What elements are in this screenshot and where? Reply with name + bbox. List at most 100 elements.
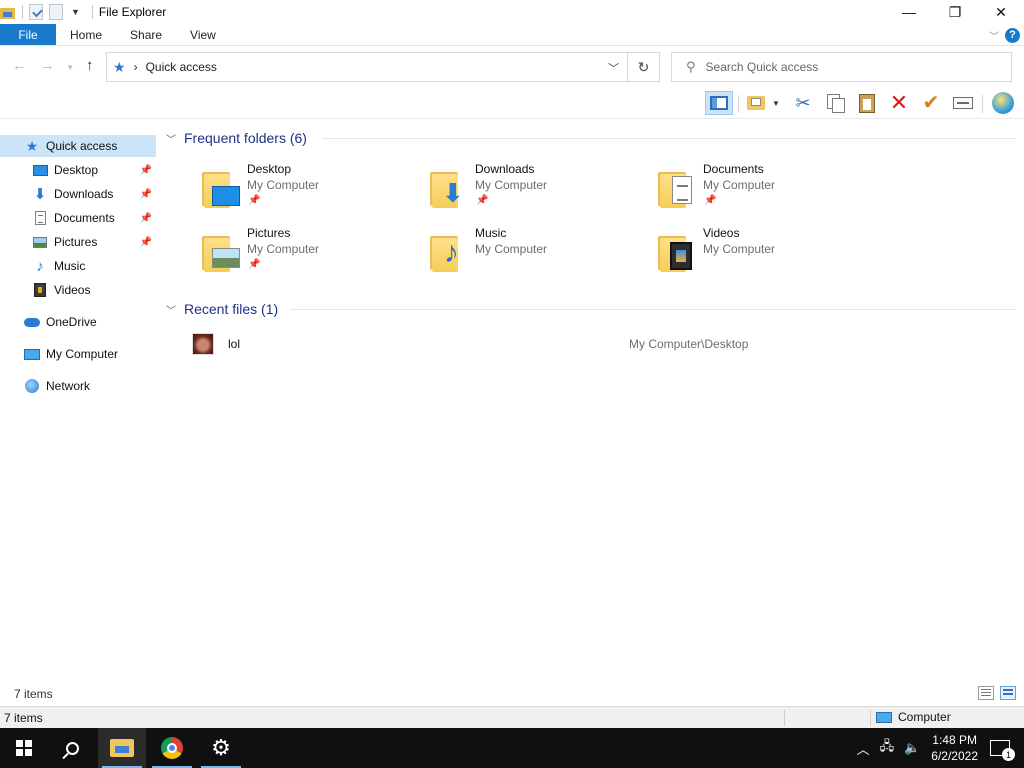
folder-tile-desktop[interactable]: Desktop My Computer 📌: [200, 162, 420, 218]
document-icon: [34, 211, 46, 225]
check-button[interactable]: ✔: [917, 91, 945, 115]
sidebar-item-label: Documents: [54, 211, 115, 225]
taskbar-chrome[interactable]: [148, 728, 196, 768]
sidebar-item-onedrive[interactable]: OneDrive: [0, 311, 156, 333]
breadcrumb-quick-access[interactable]: Quick access: [146, 60, 217, 74]
delete-button[interactable]: ✕: [885, 91, 913, 115]
downloads-folder-icon: ⬇: [428, 168, 468, 208]
details-view-icon[interactable]: [978, 686, 994, 700]
navigation-pane-icon: [710, 96, 728, 110]
recent-files-header[interactable]: ﹀ Recent files (1): [166, 301, 278, 317]
breadcrumb-chevron-icon[interactable]: ›: [134, 60, 138, 74]
forward-arrow-icon[interactable]: →: [40, 57, 55, 74]
taskbar-settings[interactable]: ⚙: [197, 728, 245, 768]
sidebar-item-pictures[interactable]: Pictures 📌: [0, 231, 156, 253]
pin-icon[interactable]: 📌: [140, 237, 152, 248]
sidebar-item-videos[interactable]: Videos: [0, 279, 156, 301]
tab-file[interactable]: File: [0, 24, 56, 45]
address-bar[interactable]: ★ › Quick access ﹀ ↻: [106, 52, 660, 82]
item-count: 7 items: [4, 710, 43, 725]
maximize-button[interactable]: ❐: [932, 0, 978, 24]
tab-share[interactable]: Share: [116, 24, 176, 45]
folder-tile-documents[interactable]: Documents My Computer 📌: [656, 162, 876, 218]
zone-label: Computer: [898, 710, 951, 724]
sidebar-item-label: Videos: [54, 283, 91, 297]
cut-button[interactable]: ✂: [789, 91, 817, 115]
sidebar-item-music[interactable]: ♪ Music: [0, 255, 156, 277]
clock[interactable]: 1:48 PM 6/2/2022: [931, 732, 978, 764]
navigation-pane-button[interactable]: [705, 91, 733, 115]
show-hidden-icons-icon[interactable]: ︿: [857, 739, 870, 758]
start-button[interactable]: [0, 728, 48, 768]
chevron-down-icon[interactable]: ﹀: [166, 131, 176, 146]
new-folder-quick-icon[interactable]: [49, 4, 63, 20]
folder-tile-music[interactable]: ♪ Music My Computer: [428, 226, 648, 282]
expand-ribbon-icon[interactable]: ﹀: [989, 28, 999, 43]
volume-icon[interactable]: 🔈: [904, 740, 920, 756]
zone-indicator: Computer: [876, 710, 951, 724]
chrome-icon: [161, 737, 183, 759]
pin-icon[interactable]: 📌: [140, 165, 152, 176]
address-dropdown-icon[interactable]: ﹀: [608, 60, 619, 76]
file-path: My Computer\Desktop: [629, 337, 749, 351]
pin-icon[interactable]: 📌: [140, 213, 152, 224]
folder-location: My Computer: [703, 178, 776, 192]
folder-name: Desktop: [247, 162, 292, 176]
pin-icon[interactable]: 📌: [140, 189, 152, 200]
clock-time: 1:48 PM: [932, 733, 977, 747]
rename-button[interactable]: [949, 91, 977, 115]
window-title: File Explorer: [98, 5, 167, 19]
web-button[interactable]: [989, 91, 1017, 115]
refresh-icon[interactable]: ↻: [627, 53, 659, 81]
folder-name: Music: [475, 226, 507, 240]
sidebar-item-downloads[interactable]: ⬇ Downloads 📌: [0, 183, 156, 205]
frequent-folders-header[interactable]: ﹀ Frequent folders (6): [166, 130, 307, 146]
pin-icon: 📌: [248, 259, 261, 270]
up-arrow-icon[interactable]: ↑: [86, 57, 94, 74]
new-folder-button[interactable]: [742, 91, 770, 115]
sidebar-item-my-computer[interactable]: My Computer: [0, 343, 156, 365]
network-status-icon[interactable]: 🖧: [880, 737, 895, 759]
large-icons-view-icon[interactable]: [1000, 686, 1016, 700]
close-button[interactable]: ✕: [978, 0, 1024, 24]
tab-view[interactable]: View: [176, 24, 230, 45]
copy-button[interactable]: [821, 91, 849, 115]
pin-icon: 📌: [476, 195, 489, 206]
new-folder-icon: [747, 96, 765, 110]
taskbar-search-button[interactable]: [48, 728, 96, 768]
group-title: Frequent folders (6): [184, 130, 307, 146]
search-input[interactable]: [705, 60, 986, 74]
recent-locations-icon[interactable]: ▾: [68, 62, 73, 73]
folder-location: My Computer: [247, 242, 320, 256]
sidebar-item-desktop[interactable]: Desktop 📌: [0, 159, 156, 181]
customize-dropdown-icon[interactable]: ▼: [71, 7, 80, 17]
list-item[interactable]: lol My Computer\Desktop: [192, 332, 1012, 356]
folder-tile-videos[interactable]: Videos My Computer: [656, 226, 876, 282]
sidebar-item-documents[interactable]: Documents 📌: [0, 207, 156, 229]
help-icon[interactable]: ?: [1005, 27, 1020, 43]
sidebar-item-label: Music: [54, 259, 86, 273]
properties-icon[interactable]: [29, 4, 43, 20]
title-bar: ▼ File Explorer — ❐ ✕: [0, 0, 1024, 24]
folder-tile-pictures[interactable]: Pictures My Computer 📌: [200, 226, 420, 282]
sidebar-item-quick-access[interactable]: ★ Quick access: [0, 135, 156, 157]
taskbar-file-explorer[interactable]: [98, 728, 146, 768]
new-folder-dropdown[interactable]: ▼: [768, 91, 784, 115]
chevron-down-icon[interactable]: ﹀: [166, 302, 176, 317]
folder-location: My Computer: [475, 242, 548, 256]
divider: [290, 309, 1016, 310]
sidebar-item-label: Pictures: [54, 235, 98, 249]
divider: [22, 5, 23, 19]
tab-home[interactable]: Home: [56, 24, 116, 45]
back-arrow-icon[interactable]: ←: [12, 57, 27, 74]
action-center-icon[interactable]: 1: [990, 740, 1015, 761]
search-box[interactable]: ⚲: [671, 52, 1012, 82]
minimize-button[interactable]: —: [886, 0, 932, 24]
paste-button[interactable]: [853, 91, 881, 115]
divider: [91, 5, 93, 19]
sidebar-item-network[interactable]: Network: [0, 375, 156, 397]
folder-tile-downloads[interactable]: ⬇ Downloads My Computer 📌: [428, 162, 648, 218]
folder-location: My Computer: [475, 178, 548, 192]
video-icon: [34, 283, 46, 297]
file-explorer-icon[interactable]: [0, 5, 16, 19]
